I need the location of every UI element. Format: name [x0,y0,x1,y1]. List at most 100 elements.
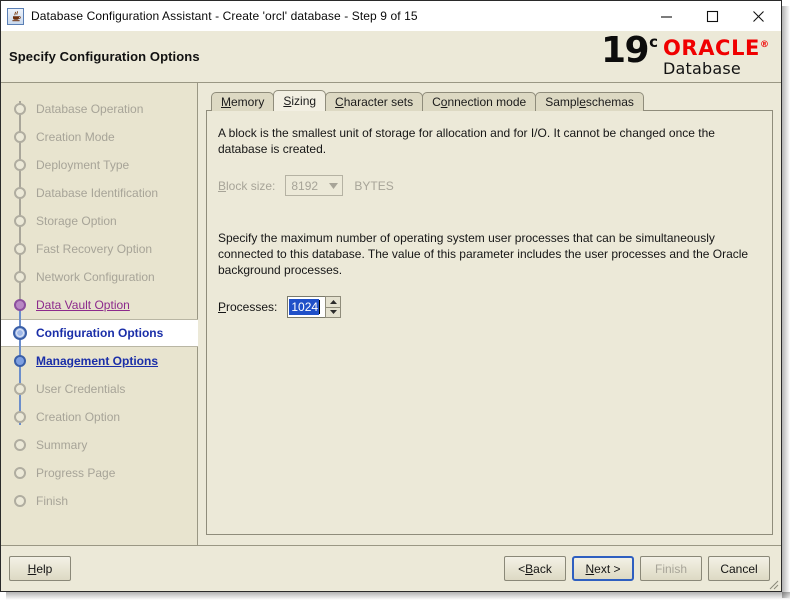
step-node-icon [14,103,26,115]
navigation-buttons: < Back Next > Finish Cancel [504,556,770,581]
logo-version: 19 [600,30,650,71]
sidebar-step-creation-option: Creation Option [1,403,197,431]
step-node-icon [14,187,26,199]
step-node-icon [14,439,26,451]
sidebar-step-label: User Credentials [36,382,126,396]
logo-product: Database [662,59,741,78]
text-caret [319,300,321,314]
processes-row: Processes: 1024 [218,296,758,318]
tab-mnemonic: e [579,95,586,109]
tab-character-sets[interactable]: Character sets [325,92,424,111]
step-node-icon [14,467,26,479]
step-node-icon [13,326,27,340]
sidebar-step-label: Network Configuration [36,270,155,284]
sidebar-step-label: Creation Mode [36,130,115,144]
sidebar-step-label: Data Vault Option [36,298,130,312]
block-size-label-rest: lock size: [226,178,276,193]
cancel-button[interactable]: Cancel [708,556,770,581]
sidebar-step-fast-recovery-option: Fast Recovery Option [1,235,197,263]
cancel-label: Cancel [720,561,758,576]
window-title: Database Configuration Assistant - Creat… [31,9,418,23]
step-node-icon [14,215,26,227]
sidebar-step-finish: Finish [1,487,197,515]
logo-version-suffix: c [649,33,658,51]
step-node-icon [14,159,26,171]
chevron-down-icon [324,182,342,189]
sidebar-step-label: Creation Option [36,410,121,424]
sidebar-step-configuration-options: Configuration Options [1,319,198,347]
sidebar-step-label: Summary [36,438,88,452]
sidebar-step-storage-option: Storage Option [1,207,197,235]
next-mnemonic: N [585,561,595,576]
tab-sample-schemas[interactable]: Sampl e schemas [535,92,644,111]
back-mnemonic: B [525,561,534,576]
java-app-icon [7,7,24,25]
sidebar-step-label: Progress Page [36,466,116,480]
block-size-description: A block is the smallest unit of storage … [218,126,715,156]
title-bar: Database Configuration Assistant - Creat… [1,1,781,31]
footer-bar: Help < Back Next > Finish Cancel [1,545,781,591]
processes-mnemonic: P [218,300,227,314]
step-node-icon [14,411,26,423]
processes-stepper[interactable]: 1024 [287,296,342,318]
sidebar-step-management-options[interactable]: Management Options [1,347,197,375]
processes-label-rest: rocesses: [226,300,278,314]
dbca-window-screenshot: Database Configuration Assistant - Creat… [0,0,796,606]
sidebar-step-label: Configuration Options [36,326,164,340]
sizing-panel: A block is the smallest unit of storage … [206,110,773,535]
back-button[interactable]: < Back [504,556,566,581]
step-node-icon [14,131,26,143]
sidebar-step-creation-mode: Creation Mode [1,123,197,151]
next-label-rest: ext > [594,561,621,576]
step-node-icon [14,243,26,255]
sidebar-step-database-operation: Database Operation [1,95,197,123]
help-button[interactable]: Help [9,556,71,581]
page-title: Specify Configuration Options [9,49,200,64]
sidebar-step-label: Fast Recovery Option [36,242,153,256]
sidebar-step-label: Finish [36,494,69,508]
application-window: Database Configuration Assistant - Creat… [0,0,782,592]
oracle-database-logo: 19 c ORACLE® Database [601,33,769,81]
step-node-icon [14,383,26,395]
sidebar-step-summary: Summary [1,431,197,459]
sidebar-step-network-configuration: Network Configuration [1,263,197,291]
next-button[interactable]: Next > [572,556,634,581]
tab-strip: Memory Sizing Character sets Co nnection mod… [206,90,773,111]
spinner-down-icon[interactable] [325,306,342,318]
sidebar-step-label: Deployment Type [36,158,130,172]
block-size-select[interactable]: 8192 [285,175,344,196]
processes-input[interactable]: 1024 [287,296,326,318]
maximize-icon[interactable] [689,1,735,31]
step-node-icon [14,495,26,507]
finish-button: Finish [640,556,702,581]
logo-registered-mark: ® [760,40,769,50]
tab-sizing[interactable]: Sizing [273,90,327,111]
sidebar-step-data-vault-option[interactable]: Data Vault Option [1,291,197,319]
window-shadow-right [782,6,790,598]
step-node-icon [14,271,26,283]
block-size-mnemonic: B [218,178,227,193]
block-size-row: Block size: 8192 BYTES [218,175,758,196]
tab-connection-mode[interactable]: Co nnection mode [422,92,537,111]
step-node-icon [14,355,26,367]
spinner-up-icon[interactable] [325,296,342,307]
sidebar-step-label: Storage Option [36,214,117,228]
close-icon[interactable] [735,1,781,31]
processes-spin-buttons [325,296,342,318]
content-area: Memory Sizing Character sets Co nnection mod… [198,83,781,545]
minimize-icon[interactable] [643,1,689,31]
sidebar-step-database-identification: Database Identification [1,179,197,207]
tab-mnemonic: C [335,95,344,109]
sidebar-step-label: Database Operation [36,102,144,116]
tab-mnemonic: M [221,95,231,109]
tab-memory[interactable]: Memory [211,92,275,111]
steps-list: Database Operation Creation Mode Deploymen… [1,95,198,515]
processes-description: Specify the maximum number of operating … [218,231,749,277]
resize-grip[interactable] [767,577,779,590]
back-label-rest: ack [533,561,552,576]
logo-brand: ORACLE® [663,34,769,59]
processes-label: Processes: [218,300,277,314]
steps-sidebar: Database Operation Creation Mode Deploymen… [1,83,198,545]
window-controls [643,1,781,31]
tab-mnemonic: S [283,94,292,108]
